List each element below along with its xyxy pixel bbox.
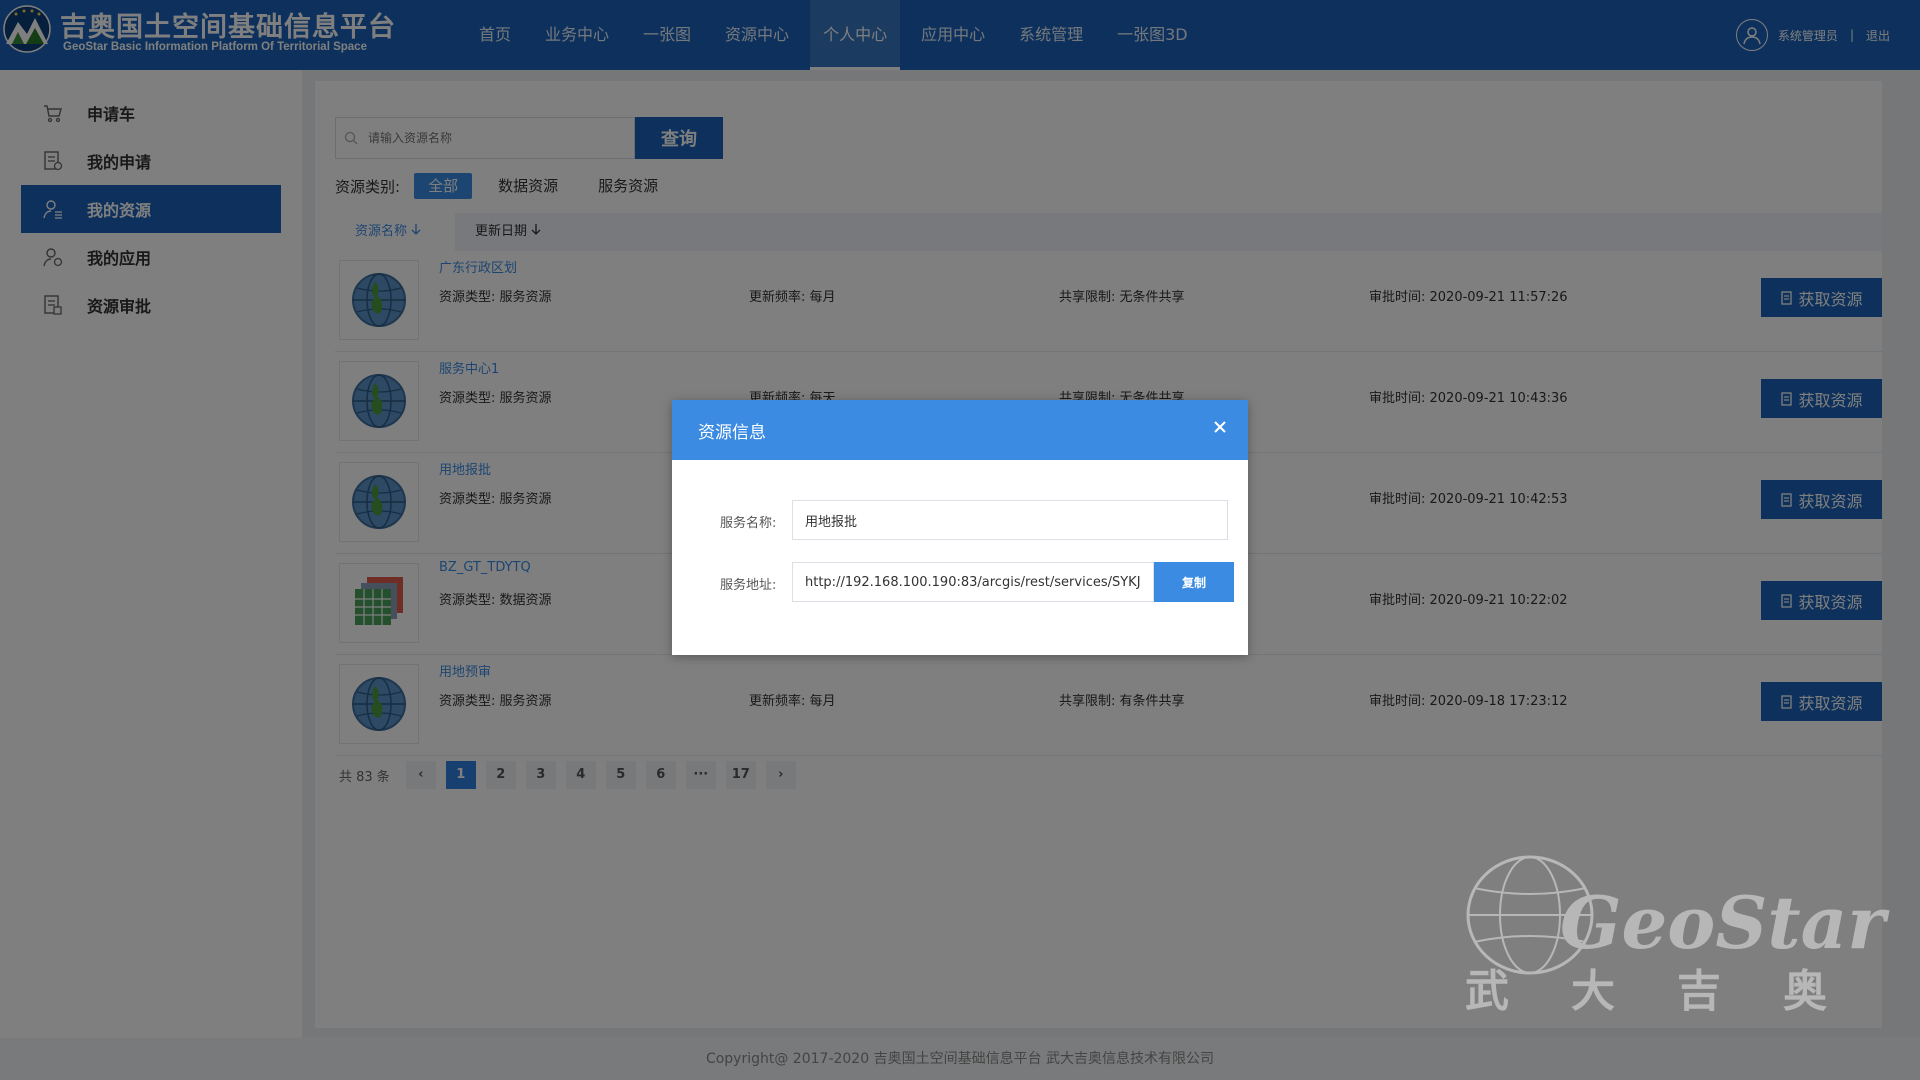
service-url-field[interactable]	[792, 562, 1154, 602]
service-name-field[interactable]	[792, 500, 1228, 540]
close-icon[interactable]	[1210, 417, 1230, 437]
resource-info-dialog: 资源信息 服务名称: 服务地址: 复制	[672, 400, 1248, 655]
service-url-label: 服务地址:	[720, 578, 777, 593]
dialog-title: 资源信息	[698, 423, 766, 443]
watermark-cn: 武大吉奥	[1465, 966, 1889, 1017]
service-name-label: 服务名称:	[720, 516, 777, 531]
geostar-watermark: GeoStar 武大吉奥	[1460, 850, 1885, 1017]
dialog-header: 资源信息	[672, 400, 1248, 460]
copy-button[interactable]: 复制	[1154, 562, 1234, 602]
watermark-brand: GeoStar	[1560, 880, 1886, 965]
